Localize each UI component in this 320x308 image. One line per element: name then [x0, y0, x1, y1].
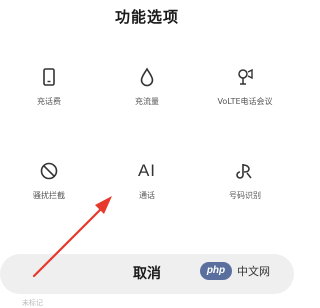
option-label: 号码识别 — [229, 191, 261, 200]
option-volte-conference[interactable]: VoLTE电话会议 — [196, 66, 294, 107]
option-label: 骚扰拦截 — [33, 191, 65, 200]
function-options-sheet: 功能选项 充话费 充流量 VoLTE电话会议 骚扰拦截 AI 通话 号码识别 取… — [0, 0, 294, 308]
block-icon — [40, 162, 58, 180]
ai-icon: AI — [137, 161, 157, 180]
sheet-title: 功能选项 — [114, 8, 179, 26]
option-label: 充流量 — [135, 97, 159, 106]
option-ai-call[interactable]: AI 通话 — [98, 160, 196, 201]
option-harassment-block[interactable]: 骚扰拦截 — [0, 160, 98, 201]
option-recharge-credit[interactable]: 充话费 — [0, 66, 98, 107]
conference-icon — [238, 68, 253, 85]
option-recharge-data[interactable]: 充流量 — [98, 66, 196, 107]
watermark-text: 中文网 — [237, 265, 270, 278]
option-label: 通话 — [139, 191, 155, 200]
bottom-hint: 未标记 — [22, 299, 43, 307]
option-label: 充话费 — [37, 97, 61, 106]
option-number-identify[interactable]: 号码识别 — [196, 160, 294, 201]
watermark-logo: php — [200, 262, 232, 280]
phone-icon — [43, 68, 55, 86]
watermark: php 中文网 — [200, 258, 292, 284]
number-id-icon — [236, 164, 252, 179]
option-label: VoLTE电话会议 — [217, 97, 273, 106]
droplet-icon — [140, 67, 154, 87]
